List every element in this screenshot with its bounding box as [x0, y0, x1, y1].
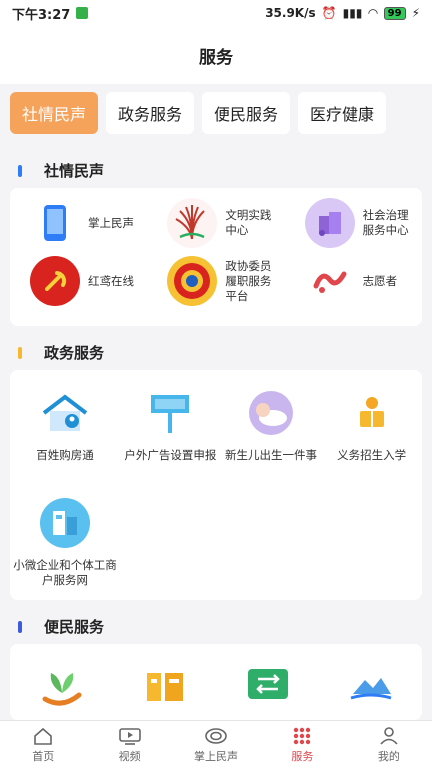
baby-icon	[244, 386, 298, 440]
sprout-hand-icon	[35, 660, 89, 714]
service-item-xwqy[interactable]: 小微企业和个体工商户服务网	[10, 480, 120, 590]
service-item-shzl[interactable]: 社会治理服务中心	[285, 194, 422, 252]
status-right: 35.9K/s ⏰ ▮▮▮ ◠ 99 ⚡	[265, 6, 420, 20]
service-item-hwgg[interactable]: 户外广告设置申报	[120, 370, 221, 480]
service-item-hyzx[interactable]: 红鸢在线	[10, 252, 147, 310]
sqms-card: 掌上民声 文明实践中心 社会治理服务中心 红鸢在线 政协委员履职服务平台 志愿者	[10, 188, 422, 326]
enterprise-icon	[38, 496, 92, 550]
service-item-xsecs[interactable]: 新生儿出生一件事	[221, 370, 322, 480]
volunteer-icon	[305, 256, 355, 306]
user-icon	[378, 726, 400, 746]
category-tabs: 社情民声 政务服务 便民服务 医疗健康	[0, 84, 432, 146]
governance-icon	[304, 198, 355, 248]
nav-service[interactable]: 服务	[259, 721, 345, 768]
section-title-sqms: 社情民声	[18, 160, 104, 181]
student-icon	[345, 386, 399, 440]
home-icon	[32, 726, 54, 746]
zwfw-card: 百姓购房通 户外广告设置申报 新生儿出生一件事 义务招生入学 小微企业和个体工商…	[10, 370, 422, 600]
nav-voice[interactable]: 掌上民声	[173, 721, 259, 768]
cppcc-emblem-icon	[167, 256, 218, 306]
network-speed: 35.9K/s	[265, 6, 316, 20]
service-item-zxwy[interactable]: 政协委员履职服务平台	[147, 252, 284, 310]
party-emblem-icon	[30, 256, 80, 306]
signal-icon: ▮▮▮	[342, 6, 363, 20]
section-marker	[18, 620, 22, 633]
service-item-bmfw-4[interactable]	[319, 644, 422, 720]
landscape-icon	[344, 660, 398, 714]
service-item-bmfw-2[interactable]	[113, 644, 216, 720]
service-item-wmsj[interactable]: 文明实践中心	[147, 194, 284, 252]
tab-ylj[interactable]: 医疗健康	[298, 92, 387, 134]
tab-bmfw[interactable]: 便民服务	[202, 92, 291, 134]
wifi-icon: ◠	[368, 6, 378, 20]
service-item-ywzs[interactable]: 义务招生入学	[321, 370, 422, 480]
tab-zwfw[interactable]: 政务服务	[106, 92, 195, 134]
section-marker	[18, 346, 22, 359]
status-bar: 下午3:27 35.9K/s ⏰ ▮▮▮ ◠ 99 ⚡	[0, 0, 432, 26]
house-icon	[38, 386, 92, 440]
page-title: 服务	[0, 26, 432, 84]
civilization-icon	[167, 198, 218, 248]
service-item-zyz[interactable]: 志愿者	[285, 252, 422, 310]
charging-icon: ⚡	[411, 6, 420, 20]
service-item-zsms[interactable]: 掌上民声	[10, 194, 147, 252]
recruit-icon	[138, 660, 192, 714]
bmfw-card	[10, 644, 422, 720]
service-item-bmfw-1[interactable]	[10, 644, 113, 720]
bottom-nav: 首页 视频 掌上民声 服务 我的	[0, 720, 432, 768]
section-marker	[18, 164, 22, 177]
transfer-screen-icon	[241, 660, 295, 714]
voice-icon	[205, 726, 227, 746]
service-grid-icon	[291, 726, 313, 746]
video-icon	[118, 726, 141, 746]
tab-sqms[interactable]: 社情民声	[10, 92, 99, 134]
billboard-icon	[143, 386, 197, 440]
service-item-bxgft[interactable]: 百姓购房通	[10, 370, 120, 480]
nav-mine[interactable]: 我的	[346, 721, 432, 768]
nav-home[interactable]: 首页	[0, 721, 86, 768]
phone-icon	[30, 198, 80, 248]
battery-level: 99	[383, 6, 406, 20]
section-title-zwfw: 政务服务	[18, 342, 104, 363]
status-time: 下午3:27	[12, 7, 71, 23]
alarm-icon: ⏰	[321, 6, 337, 20]
section-title-bmfw: 便民服务	[18, 616, 104, 637]
nav-video[interactable]: 视频	[86, 721, 172, 768]
service-item-bmfw-3[interactable]	[216, 644, 319, 720]
wechat-notification-icon	[76, 7, 89, 19]
